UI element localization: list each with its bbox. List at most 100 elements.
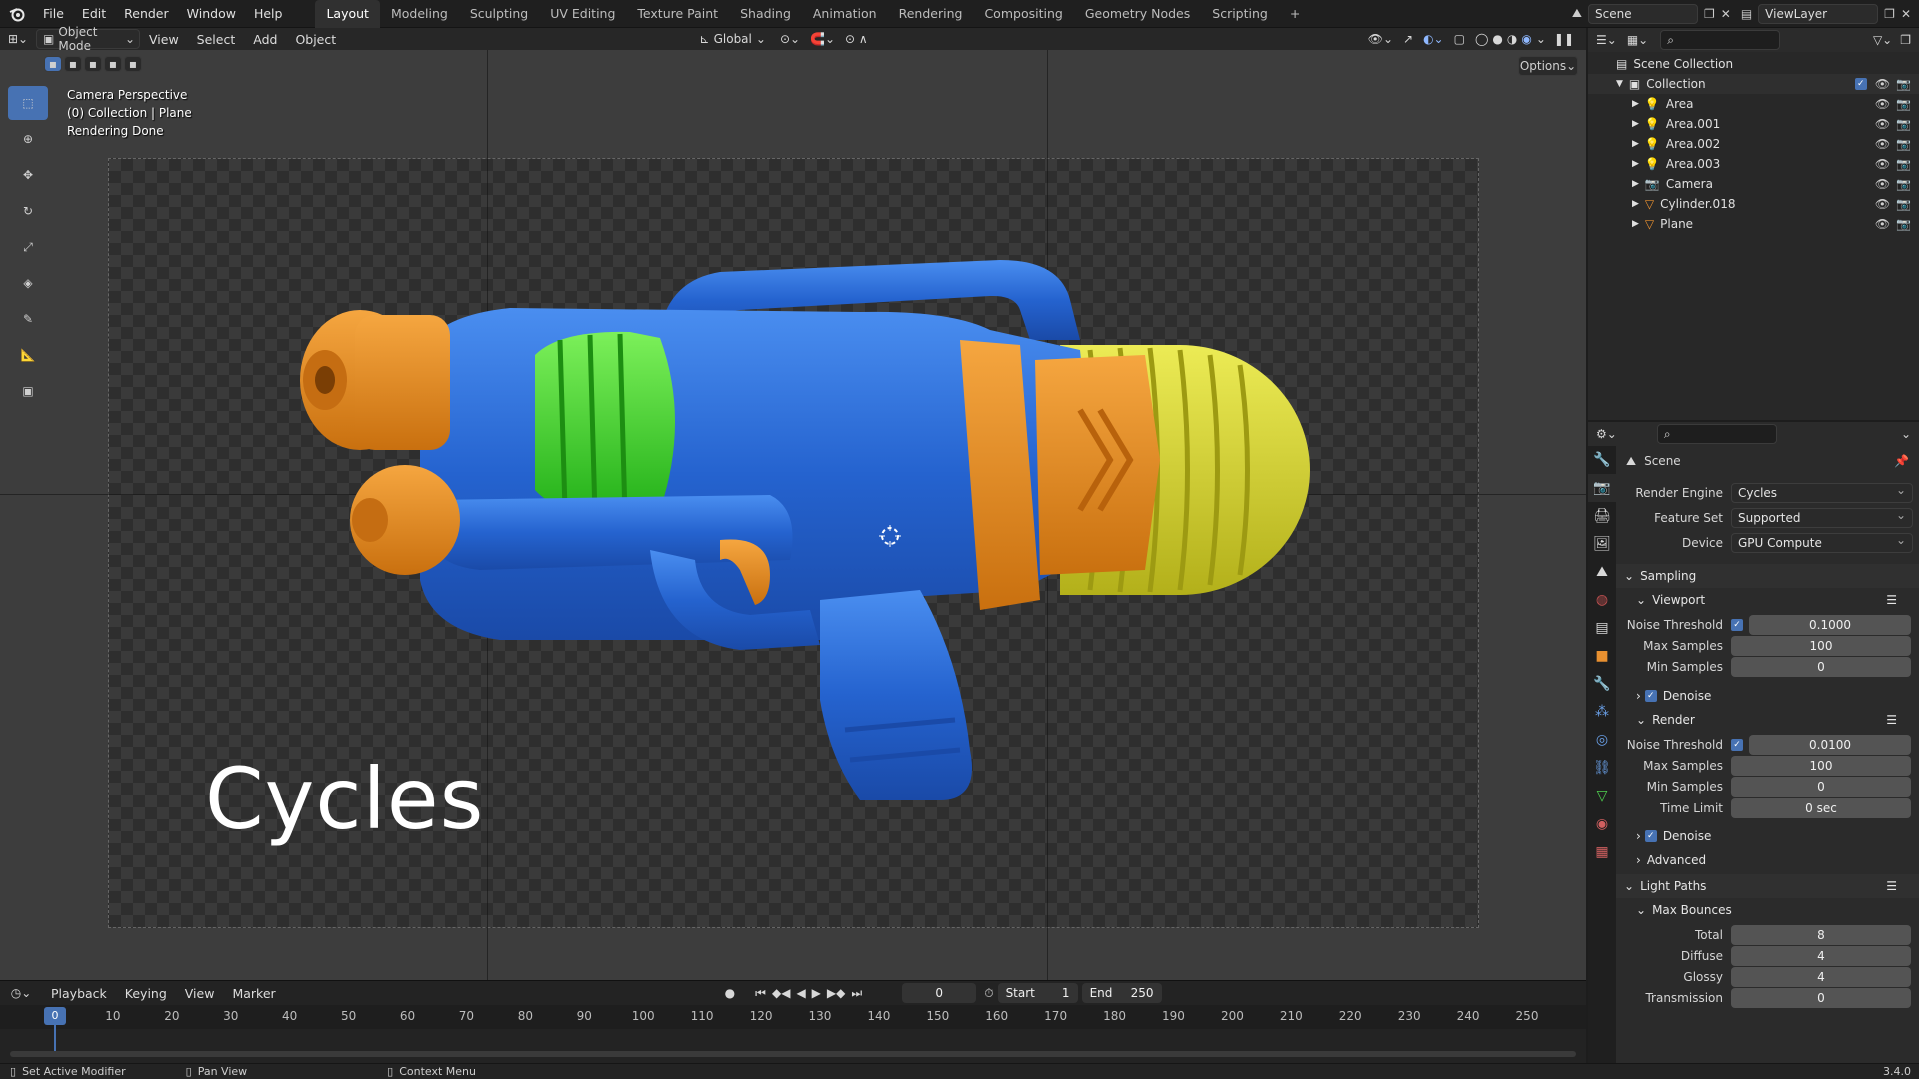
glossy-field[interactable]: 4 <box>1731 967 1911 987</box>
properties-search-input[interactable]: ⌕ <box>1656 424 1777 444</box>
eye-icon[interactable]: 👁 <box>1875 117 1890 131</box>
tab-sculpting[interactable]: Sculpting <box>459 0 539 28</box>
jump-end-icon[interactable]: ⏭ <box>851 986 862 1001</box>
r-noise-threshold-field[interactable]: 0.0100 <box>1749 735 1911 755</box>
expand-arrow-icon[interactable]: ▶ <box>1632 99 1639 109</box>
editor-type-icon[interactable]: ⊞⌄ <box>0 32 36 46</box>
vp-menu-add[interactable]: Add <box>244 32 286 47</box>
r-denoise-checkbox[interactable]: ✓ <box>1644 830 1657 842</box>
vp-noise-threshold-field[interactable]: 0.1000 <box>1749 615 1911 635</box>
eye-icon[interactable]: 👁 <box>1875 197 1890 211</box>
overlays-icon[interactable]: ◐⌄ <box>1423 32 1444 46</box>
jump-start-icon[interactable]: ⏮ <box>755 986 766 1001</box>
menu-render[interactable]: Render <box>115 0 178 28</box>
menu-help[interactable]: Help <box>245 0 292 28</box>
camera-render-icon[interactable]: 📷 <box>1896 97 1911 111</box>
time-limit-field[interactable]: 0 sec <box>1731 798 1911 818</box>
play-icon[interactable]: ▶ <box>812 986 821 1000</box>
select-box-tool-icon[interactable]: ⬚ <box>8 86 48 120</box>
next-key-icon[interactable]: ▶◆ <box>827 986 845 1000</box>
tab-shading[interactable]: Shading <box>729 0 802 28</box>
world-tab-icon[interactable]: ◍ <box>1588 586 1616 614</box>
shading-wireframe-icon[interactable]: ◯ <box>1475 32 1488 46</box>
tab-uv-editing[interactable]: UV Editing <box>539 0 626 28</box>
vp-menu-select[interactable]: Select <box>188 32 245 47</box>
eye-icon[interactable]: 👁 <box>1875 177 1890 191</box>
scale-tool-icon[interactable]: ⤢ <box>8 230 48 264</box>
delete-scene-icon[interactable]: ✕ <box>1721 7 1731 21</box>
shading-rendered-icon[interactable]: ◉ <box>1521 32 1531 46</box>
eye-icon[interactable]: 👁 <box>1875 137 1890 151</box>
light-paths-panel-header[interactable]: ⌄ Light Paths ☰ <box>1616 874 1919 898</box>
r-min-samples-field[interactable]: 0 <box>1731 777 1911 797</box>
r-denoise-header[interactable]: › ✓ Denoise <box>1616 824 1919 848</box>
select-new-icon[interactable]: ▪ <box>44 56 62 72</box>
expand-arrow-icon[interactable]: ▶ <box>1632 179 1639 189</box>
tab-animation[interactable]: Animation <box>802 0 888 28</box>
properties-options-icon[interactable]: ⌄ <box>1901 427 1911 441</box>
measure-tool-icon[interactable]: 📐 <box>8 338 48 372</box>
prev-key-icon[interactable]: ◆◀ <box>772 986 790 1000</box>
camera-render-icon[interactable]: 📷 <box>1896 197 1911 211</box>
collection-tab-icon[interactable]: ▤ <box>1588 614 1616 642</box>
scene-selector[interactable]: ⛰ Scene ❐ ✕ <box>1572 3 1731 24</box>
eye-icon[interactable]: 👁 <box>1875 157 1890 171</box>
outliner-row-item[interactable]: ▶ 💡 Area.002 👁 📷 <box>1588 134 1919 154</box>
timeline-editor-icon[interactable]: ◷⌄ <box>0 986 42 1000</box>
tab-geometry-nodes[interactable]: Geometry Nodes <box>1074 0 1201 28</box>
outliner-editor-icon[interactable]: ☰⌄ <box>1596 33 1617 47</box>
outliner-row-item[interactable]: ▶ 💡 Area.003 👁 📷 <box>1588 154 1919 174</box>
annotate-tool-icon[interactable]: ✎ <box>8 302 48 336</box>
snap-icon[interactable]: 🧲⌄ <box>810 32 835 46</box>
render-subpanel-header[interactable]: ⌄ Render ☰ <box>1616 708 1919 732</box>
new-collection-icon[interactable]: ❐ <box>1900 33 1911 47</box>
feature-set-select[interactable]: Supported <box>1731 506 1913 528</box>
outliner-row-item[interactable]: ▶ 💡 Area.001 👁 📷 <box>1588 114 1919 134</box>
shading-solid-icon[interactable]: ● <box>1492 32 1502 46</box>
expand-arrow-icon[interactable]: ▶ <box>1632 139 1639 149</box>
xray-icon[interactable]: ▢ <box>1454 32 1465 46</box>
scene-name-field[interactable]: Scene <box>1588 3 1698 24</box>
outliner-row-scene-collection[interactable]: ▤ Scene Collection <box>1588 54 1919 74</box>
menu-file[interactable]: File <box>34 0 73 28</box>
constraints-tab-icon[interactable]: ⛓ <box>1588 754 1616 782</box>
tab-modeling[interactable]: Modeling <box>380 0 459 28</box>
outliner-row-item[interactable]: ▶ 📷 Camera 👁 📷 <box>1588 174 1919 194</box>
pause-render-icon[interactable]: ❚❚ <box>1554 32 1574 46</box>
presets-icon[interactable]: ☰ <box>1886 713 1897 727</box>
object-tab-icon[interactable]: ■ <box>1588 642 1616 670</box>
timeline-scrollbar[interactable] <box>10 1051 1576 1057</box>
data-tab-icon[interactable]: ▽ <box>1588 782 1616 810</box>
vp-denoise-checkbox[interactable]: ✓ <box>1644 690 1657 702</box>
viewport-subpanel-header[interactable]: ⌄ Viewport ☰ <box>1616 588 1919 612</box>
presets-icon[interactable]: ☰ <box>1886 879 1897 893</box>
camera-render-icon[interactable]: 📷 <box>1896 217 1911 231</box>
tool-tab-icon[interactable]: 🔧 <box>1588 446 1616 474</box>
eye-icon[interactable]: 👁 <box>1875 97 1890 111</box>
visibility-icon[interactable]: 👁⌄ <box>1368 32 1393 46</box>
vp-min-samples-field[interactable]: 0 <box>1731 657 1911 677</box>
properties-editor-icon[interactable]: ⚙⌄ <box>1596 427 1617 441</box>
add-workspace-icon[interactable]: + <box>1279 0 1311 28</box>
record-icon[interactable]: ● <box>725 986 735 1000</box>
display-mode-icon[interactable]: ▦⌄ <box>1627 33 1648 47</box>
view-layer-tab-icon[interactable]: 🖼 <box>1588 530 1616 558</box>
transmission-field[interactable]: 0 <box>1731 988 1911 1008</box>
select-extend-icon[interactable]: ▪ <box>64 56 82 72</box>
render-engine-select[interactable]: Cycles <box>1731 481 1913 503</box>
transform-orientation[interactable]: ⊾ Global ⌄ <box>700 32 766 46</box>
cursor-tool-icon[interactable]: ⊕ <box>8 122 48 156</box>
transform-tool-icon[interactable]: ◈ <box>8 266 48 300</box>
pivot-icon[interactable]: ⊙⌄ <box>780 32 800 46</box>
play-reverse-icon[interactable]: ◀ <box>796 986 805 1000</box>
outliner-row-item[interactable]: ▶ 💡 Area 👁 📷 <box>1588 94 1919 114</box>
blender-logo-icon[interactable] <box>0 0 34 28</box>
tl-menu-marker[interactable]: Marker <box>223 986 284 1001</box>
vp-max-samples-field[interactable]: 100 <box>1731 636 1911 656</box>
expand-arrow-icon[interactable]: ▶ <box>1632 119 1639 129</box>
max-bounces-header[interactable]: ⌄ Max Bounces <box>1616 898 1919 922</box>
tl-menu-view[interactable]: View <box>176 986 224 1001</box>
camera-render-icon[interactable]: 📷 <box>1896 177 1911 191</box>
vp-menu-object[interactable]: Object <box>286 32 345 47</box>
end-frame-field[interactable]: End 250 <box>1081 983 1162 1003</box>
